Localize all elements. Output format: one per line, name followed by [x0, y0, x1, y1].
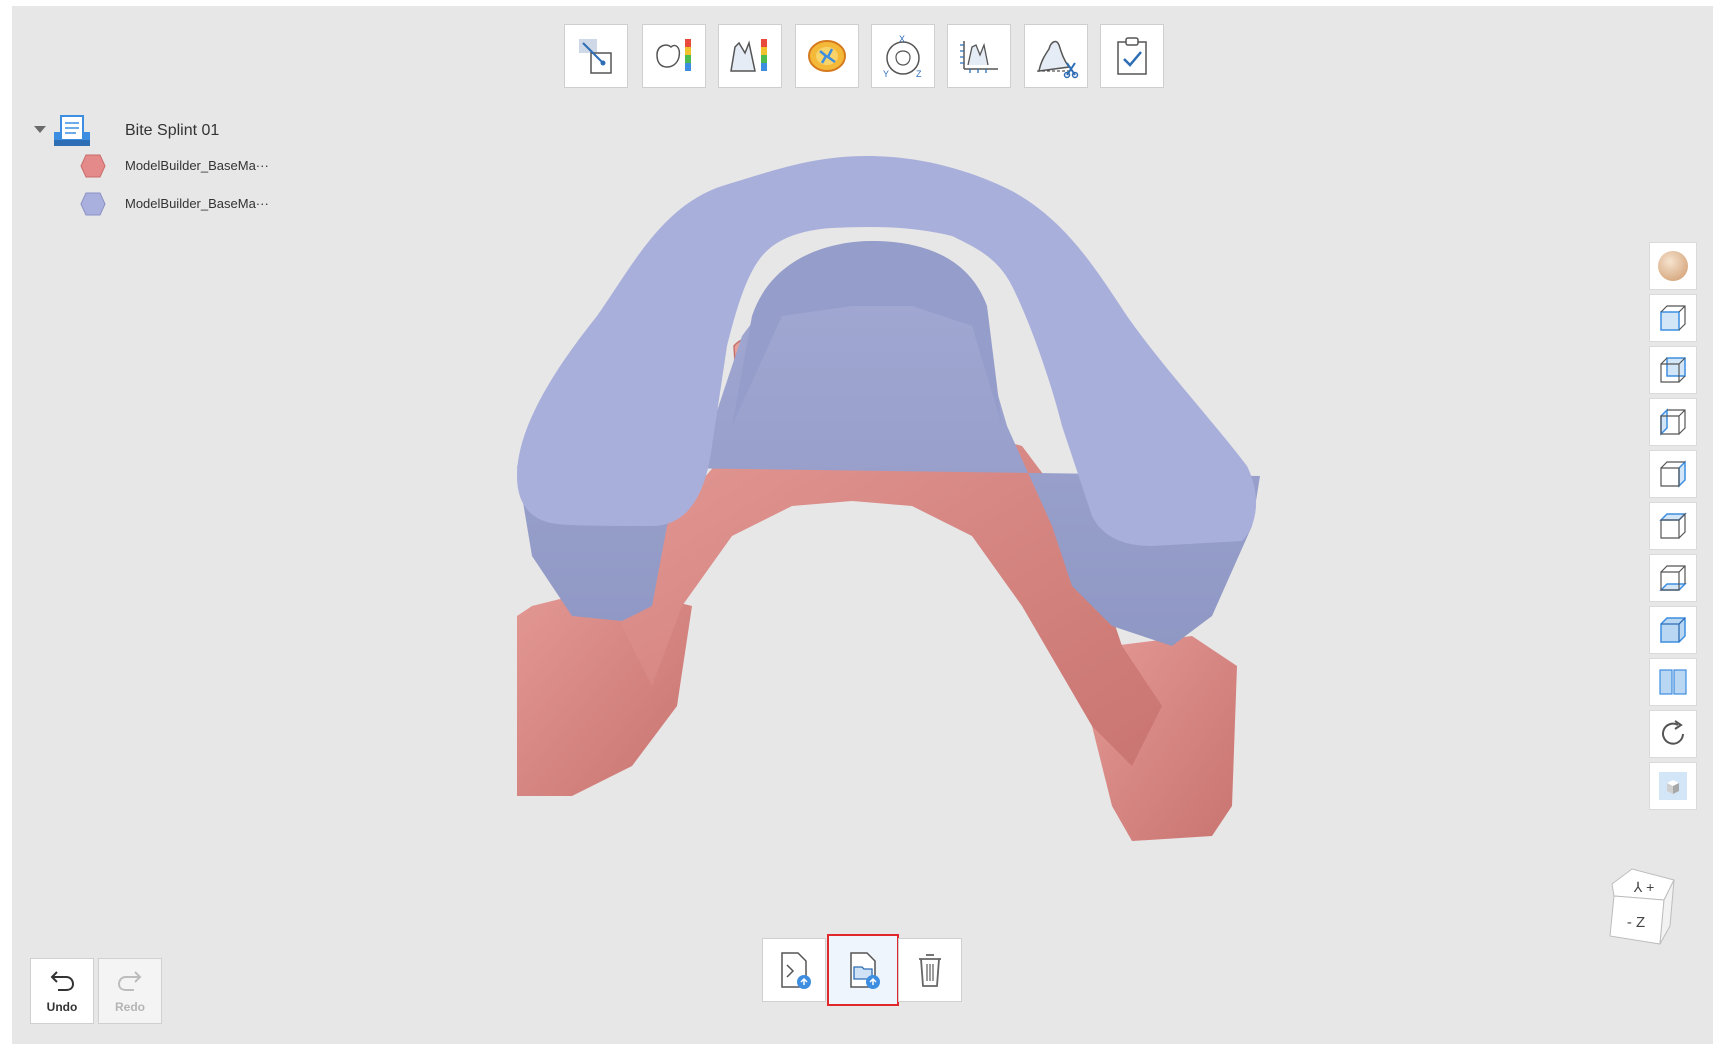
hexagon-icon [80, 154, 106, 178]
solid-box-icon [1659, 772, 1687, 800]
tooth-color-map-icon [656, 39, 691, 71]
view-front-button[interactable] [1649, 294, 1697, 342]
svg-text:Y: Y [883, 69, 889, 79]
tree-item-label: ModelBuilder_BaseMa··· [125, 158, 269, 173]
project-case-icon [54, 115, 90, 146]
view-top-icon [1659, 512, 1687, 539]
trash-icon [919, 954, 941, 987]
occlusion-map-icon [808, 40, 846, 72]
task-complete-icon [1117, 37, 1147, 75]
view-front-icon [1660, 305, 1686, 331]
view-right-button[interactable] [1649, 450, 1697, 498]
undo-icon [50, 971, 75, 991]
cube-top-face-label: ⅄ + [1633, 879, 1655, 895]
deviation-map-button[interactable] [718, 24, 782, 88]
deviation-map-icon [730, 39, 767, 72]
export-button[interactable] [762, 938, 826, 1002]
cube-front-face-label: - Z [1627, 914, 1645, 931]
split-view-button[interactable] [1649, 658, 1697, 706]
view-bottom-button[interactable] [1649, 554, 1697, 602]
bottom-toolbar [12, 934, 1713, 1008]
tree-item-label: ModelBuilder_BaseMa··· [125, 196, 269, 211]
view-back-icon [1660, 357, 1686, 383]
expand-arrow-icon[interactable] [34, 126, 46, 133]
open-folder-button[interactable] [827, 934, 899, 1006]
measure-icon [960, 41, 998, 73]
solid-box-button[interactable] [1649, 762, 1697, 810]
redo-icon [117, 971, 142, 991]
view-right-icon [1660, 460, 1686, 488]
select-tool-icon [579, 39, 612, 74]
view-iso-button[interactable] [1649, 606, 1697, 654]
tree-item-model-2[interactable]: ModelBuilder_BaseMa··· [80, 192, 320, 216]
undo-button[interactable]: Undo [30, 958, 94, 1024]
clip-section-icon [1037, 40, 1079, 79]
tooth-color-map-button[interactable] [642, 24, 706, 88]
view-left-button[interactable] [1649, 398, 1697, 446]
clip-section-button[interactable] [1024, 24, 1088, 88]
view-bottom-icon [1659, 565, 1687, 591]
tree-root-bite-splint[interactable]: Bite Splint 01 [32, 114, 292, 148]
svg-text:Z: Z [916, 69, 922, 79]
redo-label: Redo [115, 1000, 145, 1014]
tree-item-model-1[interactable]: ModelBuilder_BaseMa··· [80, 154, 320, 178]
view-top-button[interactable] [1649, 502, 1697, 550]
select-tool-button[interactable] [564, 24, 628, 88]
xyz-orientation-button[interactable]: X Y Z [871, 24, 935, 88]
task-complete-button[interactable] [1100, 24, 1164, 88]
view-back-button[interactable] [1649, 346, 1697, 394]
occlusion-map-button[interactable] [795, 24, 859, 88]
top-toolbar: X Y Z [12, 24, 1713, 92]
redo-button[interactable]: Redo [98, 958, 162, 1024]
reset-rotation-icon [1662, 720, 1684, 745]
orientation-cube[interactable]: ⅄ + - Z [1602, 864, 1682, 954]
reset-rotation-button[interactable] [1649, 710, 1697, 758]
undo-label: Undo [46, 1000, 78, 1014]
view-left-icon [1660, 408, 1686, 436]
measure-button[interactable] [947, 24, 1011, 88]
delete-button[interactable] [898, 938, 962, 1002]
material-sphere-icon [1658, 251, 1688, 281]
export-file-icon [781, 952, 811, 989]
3d-viewport[interactable]: X Y Z Bite Splint 01 ModelBuilder_BaseMa… [12, 6, 1713, 1044]
xyz-orientation-icon: X Y Z [883, 34, 922, 79]
tree-root-label: Bite Splint 01 [125, 122, 220, 139]
open-folder-icon [850, 952, 880, 989]
hexagon-icon [80, 192, 106, 216]
svg-text:X: X [899, 34, 905, 44]
view-iso-icon [1660, 617, 1686, 643]
split-view-icon [1659, 669, 1687, 695]
material-button[interactable] [1649, 242, 1697, 290]
